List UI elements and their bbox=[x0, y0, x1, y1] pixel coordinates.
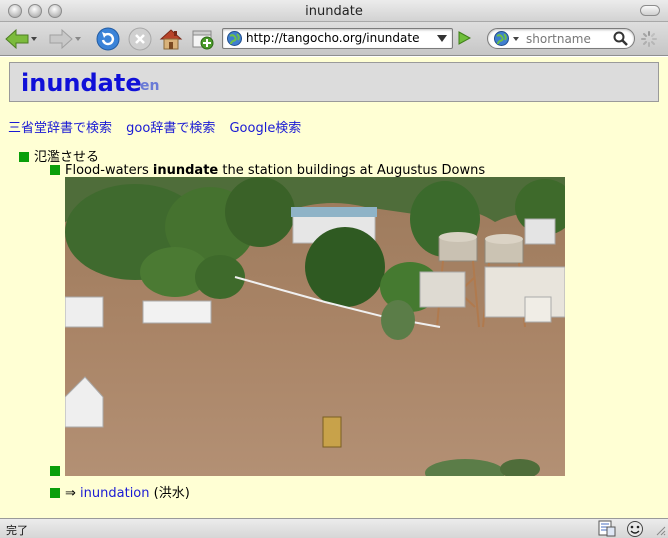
search-input[interactable] bbox=[526, 31, 606, 46]
dictionary-links: 三省堂辞書で検索 goo辞書で検索 Google検索 bbox=[8, 117, 311, 136]
related-note: (洪水) bbox=[153, 486, 190, 501]
bullet-square-icon bbox=[50, 488, 60, 498]
related-arrow: ⇒ bbox=[65, 486, 76, 501]
add-bookmark-button[interactable] bbox=[190, 27, 216, 51]
status-bar: 完了 bbox=[0, 518, 668, 538]
back-arrow-icon bbox=[5, 28, 37, 50]
toolbar-toggle-button[interactable] bbox=[640, 5, 660, 16]
address-bar[interactable]: http://tangocho.org/inundate bbox=[222, 28, 453, 49]
related-word: ⇒ inundation (洪水) bbox=[50, 482, 190, 501]
bullet-square-icon bbox=[50, 165, 60, 175]
reload-button[interactable] bbox=[95, 27, 121, 51]
example-keyword: inundate bbox=[152, 163, 219, 178]
window-titlebar: inundate bbox=[0, 0, 668, 22]
example-text-before: Flood-waters bbox=[65, 163, 153, 178]
headword: inundate bbox=[21, 69, 142, 97]
example-sentence: Flood-waters inundate the station buildi… bbox=[50, 163, 485, 178]
goo-search-link[interactable]: goo辞書で検索 bbox=[126, 121, 215, 136]
resize-grip-icon[interactable] bbox=[654, 524, 666, 536]
heading-box: inundate en bbox=[9, 62, 659, 102]
window-title: inundate bbox=[305, 4, 363, 19]
smiley-icon[interactable] bbox=[626, 520, 644, 537]
status-text: 完了 bbox=[6, 524, 28, 537]
bullet-square-icon bbox=[19, 152, 29, 162]
stop-button[interactable] bbox=[127, 27, 153, 51]
forward-arrow-icon bbox=[49, 28, 81, 50]
page-content: inundate en 三省堂辞書で検索 goo辞書で検索 Google検索 氾… bbox=[0, 57, 668, 518]
related-word-link[interactable]: inundation bbox=[80, 486, 149, 501]
search-bar[interactable] bbox=[487, 28, 635, 49]
add-bookmark-icon bbox=[192, 30, 214, 50]
stop-icon bbox=[128, 27, 152, 51]
url-history-dropdown[interactable] bbox=[437, 35, 447, 42]
back-button[interactable] bbox=[4, 27, 38, 51]
home-icon bbox=[159, 29, 183, 50]
go-arrow-icon[interactable] bbox=[457, 31, 471, 45]
bullet-square-icon bbox=[50, 466, 60, 476]
example-text-after: the station buildings at Augustus Downs bbox=[218, 163, 486, 178]
google-search-link[interactable]: Google検索 bbox=[229, 121, 301, 136]
search-engine-globe-icon[interactable] bbox=[494, 31, 509, 46]
magnifier-icon[interactable] bbox=[613, 31, 628, 46]
url-text[interactable]: http://tangocho.org/inundate bbox=[246, 31, 419, 45]
language-tag: en bbox=[140, 78, 160, 94]
sanseido-search-link[interactable]: 三省堂辞書で検索 bbox=[8, 121, 112, 136]
page-info-icon[interactable] bbox=[598, 520, 616, 537]
navigation-toolbar: http://tangocho.org/inundate bbox=[0, 22, 668, 56]
reload-icon bbox=[96, 27, 120, 51]
throbber-icon bbox=[641, 31, 657, 47]
search-engine-dropdown[interactable] bbox=[513, 37, 519, 41]
home-button[interactable] bbox=[158, 27, 184, 51]
globe-icon bbox=[227, 31, 242, 46]
flood-photo bbox=[65, 177, 565, 476]
forward-button[interactable] bbox=[48, 27, 82, 51]
